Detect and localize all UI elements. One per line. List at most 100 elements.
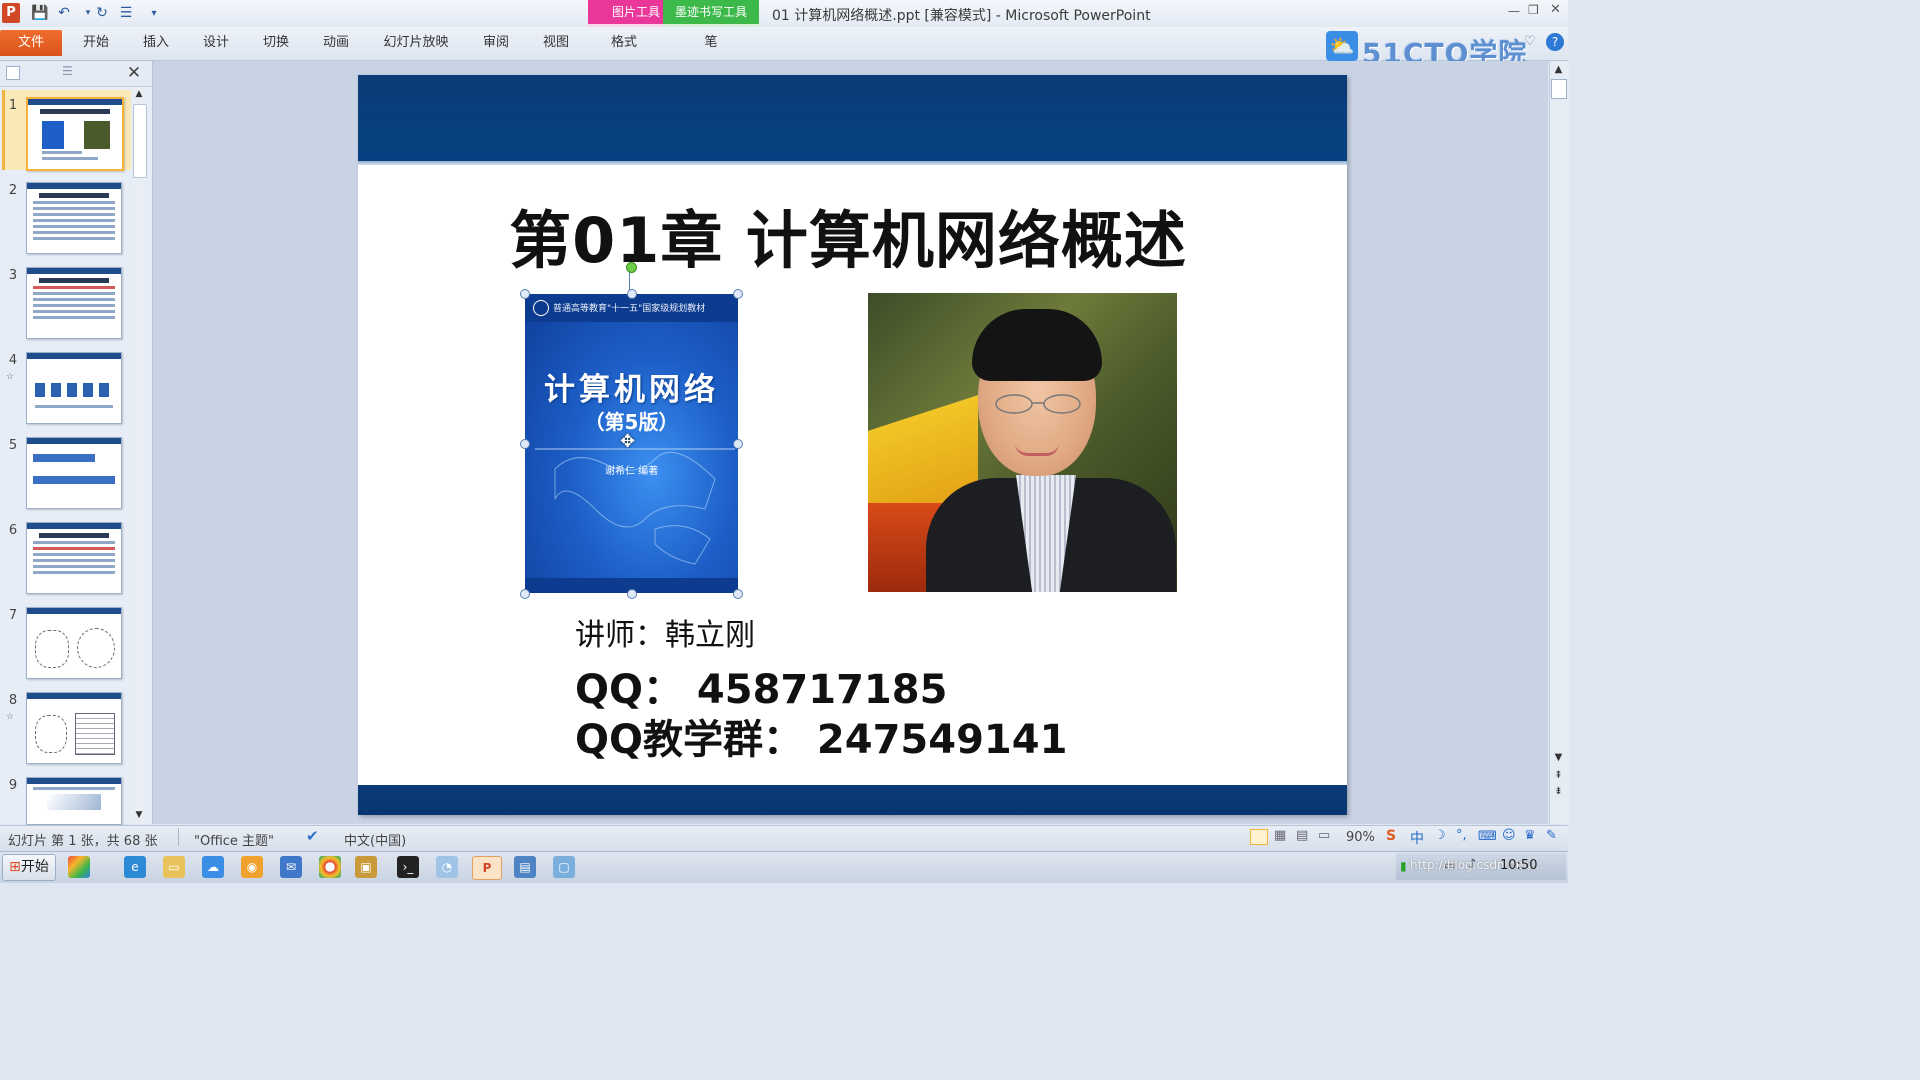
- qq-group-number[interactable]: QQ教学群： 247549141: [575, 707, 1067, 765]
- ime-chinese-mode[interactable]: 中: [1410, 828, 1424, 848]
- folder-icon[interactable]: ▭: [163, 856, 185, 878]
- slide-footer-band: [358, 785, 1347, 815]
- ime-tools-icon[interactable]: ✎: [1546, 828, 1557, 843]
- format-painter-icon[interactable]: ☰: [116, 3, 136, 23]
- slide-thumbnail-5[interactable]: [26, 437, 122, 509]
- remote-desktop-icon[interactable]: ◔: [436, 856, 458, 878]
- tab-picture-format[interactable]: 格式: [600, 30, 648, 56]
- taskbar-clock[interactable]: 10:50: [1500, 858, 1537, 873]
- restore-icon[interactable]: ❐: [1528, 3, 1539, 17]
- powerpoint-app-icon[interactable]: P: [2, 3, 20, 23]
- window-app-icon[interactable]: ▢: [553, 856, 575, 878]
- scroll-up-icon[interactable]: ▲: [1551, 64, 1566, 75]
- language-status[interactable]: 中文(中国): [344, 830, 406, 849]
- outline-tab-icon[interactable]: ☰: [62, 64, 82, 80]
- ime-punctuation-icon[interactable]: °,: [1456, 828, 1467, 843]
- help-icon[interactable]: ?: [1546, 33, 1564, 51]
- previous-slide-icon[interactable]: ⇞: [1551, 770, 1566, 781]
- tab-pen[interactable]: 笔: [687, 30, 735, 56]
- scroll-up-icon[interactable]: ▲: [133, 89, 145, 99]
- slide-count-status[interactable]: 幻灯片 第 1 张，共 68 张: [8, 830, 157, 849]
- minimize-icon[interactable]: —: [1508, 4, 1520, 18]
- slide-thumbnail-9[interactable]: [26, 777, 122, 825]
- ime-keyboard-icon[interactable]: ⌨: [1478, 829, 1497, 844]
- powerpoint-taskbar-icon[interactable]: P: [472, 856, 502, 880]
- slide-thumbnail-8[interactable]: [26, 692, 122, 764]
- archive-icon[interactable]: ▣: [355, 856, 377, 878]
- slide-thumbnail-1[interactable]: [26, 97, 124, 171]
- scroll-down-icon[interactable]: ▼: [133, 810, 145, 820]
- slide-thumbnail-7[interactable]: [26, 607, 122, 679]
- resize-handle-e[interactable]: [733, 439, 743, 449]
- 51cto-app-icon[interactable]: ☁: [202, 856, 224, 878]
- screen-capture-icon[interactable]: ▤: [514, 856, 536, 878]
- terminal-icon[interactable]: ›_: [397, 856, 419, 878]
- resize-handle-nw[interactable]: [520, 289, 530, 299]
- window-title: 01 计算机网络概述.ppt [兼容模式] - Microsoft PowerP…: [772, 8, 1151, 24]
- save-icon[interactable]: 💾: [30, 3, 50, 23]
- slides-tab-icon[interactable]: [6, 66, 20, 80]
- slide-number: 8: [8, 693, 18, 708]
- slide-vertical-scrollbar[interactable]: [1549, 61, 1569, 824]
- resize-handle-w[interactable]: [520, 439, 530, 449]
- tab-animations[interactable]: 动画: [312, 30, 360, 56]
- mail-icon[interactable]: ✉: [280, 856, 302, 878]
- ime-skin-icon[interactable]: ♛: [1524, 828, 1536, 843]
- spell-check-icon[interactable]: ✔: [306, 827, 319, 845]
- undo-icon[interactable]: ↶: [54, 3, 74, 23]
- resize-handle-ne[interactable]: [733, 289, 743, 299]
- move-cursor-icon: ✥: [620, 431, 636, 452]
- slide-title[interactable]: 第01章 计算机网络概述: [398, 190, 1298, 280]
- resize-handle-sw[interactable]: [520, 589, 530, 599]
- 51cto-logo-icon: ⛅: [1326, 31, 1358, 61]
- close-panel-icon[interactable]: ✕: [124, 62, 144, 84]
- colorful-app-icon[interactable]: [68, 856, 90, 878]
- reading-view-icon[interactable]: ▤: [1296, 828, 1308, 843]
- ie-browser-icon[interactable]: e: [124, 856, 146, 878]
- slide-number: 5: [8, 438, 18, 453]
- book-title: 计算机网络: [544, 372, 719, 408]
- slide-thumbnail-4[interactable]: [26, 352, 122, 424]
- next-slide-icon[interactable]: ⇟: [1551, 786, 1566, 797]
- tab-slideshow[interactable]: 幻灯片放映: [372, 30, 460, 56]
- chrome-icon[interactable]: [319, 856, 341, 878]
- theme-status[interactable]: "Office 主题": [194, 830, 274, 849]
- resize-handle-s[interactable]: [627, 589, 637, 599]
- slide-thumbnail-2[interactable]: [26, 182, 122, 254]
- thumbnail-scrollbar[interactable]: [132, 88, 146, 824]
- sogou-ime-icon[interactable]: S: [1386, 828, 1396, 844]
- lecturer-name[interactable]: 讲师：韩立刚: [575, 610, 755, 654]
- tab-home[interactable]: 开始: [72, 30, 120, 56]
- tab-file[interactable]: 文件: [0, 30, 62, 56]
- thumbnail-scroll-thumb[interactable]: [133, 104, 147, 178]
- slide-thumbnail-3[interactable]: [26, 267, 122, 339]
- resize-handle-se[interactable]: [733, 589, 743, 599]
- tab-insert[interactable]: 插入: [132, 30, 180, 56]
- tab-review[interactable]: 审阅: [472, 30, 520, 56]
- current-slide[interactable]: 第01章 计算机网络概述 普通高等教育"十一五"国家级规划教材 计算机网络 （第…: [358, 75, 1347, 815]
- lecturer-photo[interactable]: [868, 293, 1177, 592]
- redo-icon[interactable]: ↻: [92, 3, 112, 23]
- media-player-icon[interactable]: ◉: [241, 856, 263, 878]
- close-window-icon[interactable]: ✕: [1550, 2, 1561, 17]
- start-button[interactable]: ⊞开始: [2, 854, 56, 881]
- animation-star-icon: ☆: [6, 712, 15, 722]
- ime-user-icon[interactable]: ☺: [1502, 828, 1516, 843]
- world-map-graphic: [535, 448, 735, 565]
- normal-view-icon[interactable]: [1250, 829, 1268, 845]
- network-icon[interactable]: ▮: [1400, 859, 1407, 873]
- collapse-ribbon-icon[interactable]: ♡: [1524, 34, 1536, 49]
- resize-handle-n[interactable]: [627, 289, 637, 299]
- customize-quick-access-icon[interactable]: ▾: [144, 3, 164, 23]
- tab-transitions[interactable]: 切换: [252, 30, 300, 56]
- slide-thumbnail-6[interactable]: [26, 522, 122, 594]
- ime-halfwidth-icon[interactable]: ☽: [1434, 828, 1446, 843]
- tab-design[interactable]: 设计: [192, 30, 240, 56]
- zoom-level[interactable]: 90%: [1346, 830, 1375, 845]
- slide-sorter-icon[interactable]: ▦: [1274, 828, 1286, 843]
- scroll-down-icon[interactable]: ▼: [1551, 752, 1566, 763]
- slide-scroll-thumb[interactable]: [1551, 79, 1567, 99]
- slideshow-view-icon[interactable]: ▭: [1318, 828, 1330, 843]
- rotate-handle[interactable]: [626, 262, 637, 273]
- tab-view[interactable]: 视图: [532, 30, 580, 56]
